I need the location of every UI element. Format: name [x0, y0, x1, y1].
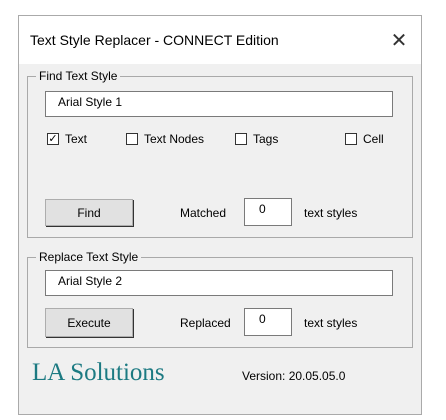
brand-logo-text: LA Solutions	[32, 359, 165, 386]
find-text-style-group: Find Text Style Arial Style 1 ✓ Text Tex…	[27, 69, 413, 238]
checkbox-label-cell: Cell	[363, 132, 384, 146]
replace-group-legend: Replace Text Style	[36, 250, 142, 264]
replaced-count-field[interactable]: 0	[244, 308, 292, 336]
window-title: Text Style Replacer - CONNECT Edition	[30, 32, 279, 48]
matched-label: Matched	[180, 206, 227, 220]
checkbox-label-text-nodes: Text Nodes	[144, 132, 205, 146]
find-group-legend: Find Text Style	[36, 69, 121, 83]
checkbox-check-icon: ✓	[47, 132, 59, 145]
dialog-window: Text Style Replacer - CONNECT Edition ✕ …	[18, 15, 422, 415]
replaced-suffix: text styles	[304, 316, 358, 330]
checkbox-box	[235, 133, 247, 145]
title-bar: Text Style Replacer - CONNECT Edition ✕	[19, 16, 421, 64]
replace-text-style-group: Replace Text Style Arial Style 2 Execute…	[27, 250, 413, 348]
tags-checkbox[interactable]: Tags	[235, 132, 278, 146]
cell-checkbox[interactable]: Cell	[345, 132, 384, 146]
execute-button[interactable]: Execute	[45, 308, 133, 337]
checkbox-box	[345, 133, 357, 145]
matched-suffix: text styles	[304, 206, 358, 220]
close-icon[interactable]: ✕	[377, 16, 421, 64]
version-label: Version: 20.05.05.0	[242, 369, 346, 383]
checkbox-label-text: Text	[65, 132, 88, 146]
find-button[interactable]: Find	[45, 199, 133, 226]
checkbox-label-tags: Tags	[253, 132, 279, 146]
matched-count-field[interactable]: 0	[244, 198, 292, 226]
text-checkbox[interactable]: ✓ Text	[47, 132, 87, 146]
checkbox-box	[126, 133, 138, 145]
find-style-input[interactable]: Arial Style 1	[45, 91, 393, 117]
replaced-label: Replaced	[180, 316, 231, 330]
text-nodes-checkbox[interactable]: Text Nodes	[126, 132, 204, 146]
replace-style-input[interactable]: Arial Style 2	[45, 270, 393, 296]
